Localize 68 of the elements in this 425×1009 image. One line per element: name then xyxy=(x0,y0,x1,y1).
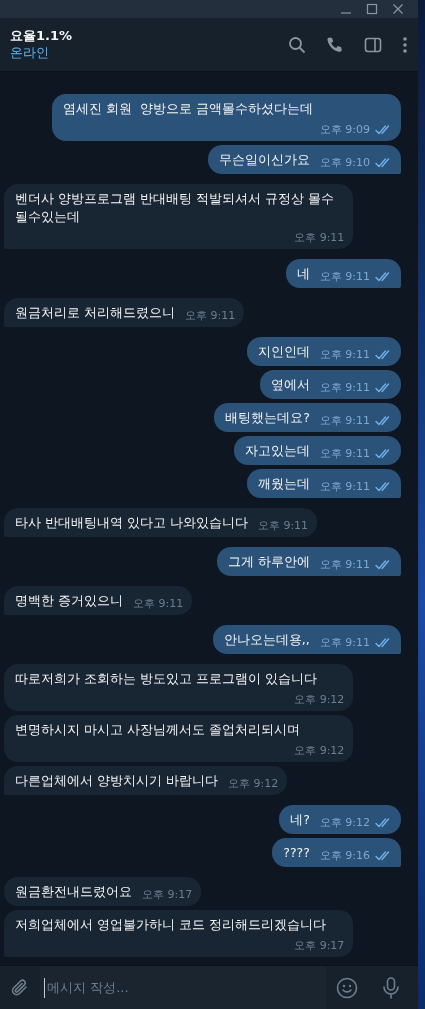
message-time: 오후 9:11 xyxy=(319,557,370,573)
double-check-icon xyxy=(375,125,392,135)
message-time: 오후 9:11 xyxy=(319,446,370,462)
message-text: 깨웠는데 xyxy=(257,475,310,493)
message-field[interactable]: 메시지 작성... xyxy=(40,966,326,1009)
message-text: 따로저희가 조회하는 방도있고 프로그램이 있습니다 xyxy=(15,670,317,688)
message-text: 변명하시지 마시고 사장님께서도 졸업처리되시며 xyxy=(15,721,300,739)
double-check-icon xyxy=(375,482,392,492)
search-button[interactable] xyxy=(288,35,306,54)
message-text: 원금환전내드렸어요 xyxy=(15,883,132,901)
message-time: 오후 9:12 xyxy=(294,692,345,708)
message-text: 다른업체에서 양방치시기 바랍니다 xyxy=(15,772,218,790)
message-time: 오후 9:11 xyxy=(319,380,370,396)
message-text: 네 xyxy=(296,265,310,283)
message-text: ???? xyxy=(283,844,310,862)
message-time: 오후 9:11 xyxy=(185,308,236,324)
message-text: 벤더사 양방프로그램 반대배팅 적발되셔서 규정상 몰수될수있는데 xyxy=(15,190,335,226)
minimize-icon xyxy=(340,12,352,14)
message-input[interactable]: 메시지 작성... xyxy=(44,977,322,998)
microphone-button[interactable] xyxy=(382,976,400,999)
close-button[interactable] xyxy=(392,3,404,15)
attach-button[interactable] xyxy=(10,977,30,998)
message-time: 오후 9:11 xyxy=(294,230,345,246)
online-status: 온라인 xyxy=(10,43,50,62)
double-check-icon xyxy=(375,158,392,168)
message-time: 오후 9:11 xyxy=(319,635,370,651)
message-text: 무슨일이신가요 xyxy=(218,151,310,169)
sidebar-button[interactable] xyxy=(364,35,382,54)
message-time: 오후 9:12 xyxy=(227,776,279,792)
message-time: 오후 9:11 xyxy=(133,596,184,612)
message-text: 명백한 증거있으니 xyxy=(15,592,123,610)
double-check-icon xyxy=(375,272,392,282)
message-text: 자고있는데 xyxy=(244,442,310,460)
message-text: 옆에서 xyxy=(270,376,310,394)
double-check-icon xyxy=(375,818,392,828)
message-text: 원금처리로 처리해드렸으니 xyxy=(15,304,175,322)
message-text: 그게 하루안에 xyxy=(227,553,310,571)
double-check-icon xyxy=(375,560,392,570)
message-text: 배팅했는데요? xyxy=(225,409,310,427)
double-check-icon xyxy=(375,449,392,459)
message-time: 오후 9:11 xyxy=(319,413,370,429)
double-check-icon xyxy=(375,851,392,861)
double-check-icon xyxy=(375,383,392,393)
message-time: 오후 9:11 xyxy=(319,479,370,495)
chat-title: 요율1.1% xyxy=(10,27,74,44)
message-time: 오후 9:11 xyxy=(319,347,370,363)
more-button[interactable] xyxy=(402,35,408,54)
message-text: 저희업체에서 영업불가하니 코드 정리해드리겠습니다 xyxy=(15,916,326,934)
message-time: 오후 9:12 xyxy=(319,815,370,831)
message-time: 오후 9:12 xyxy=(294,743,345,759)
message-text: 타사 반대배팅내역 있다고 나와있습니다 xyxy=(15,514,248,532)
message-time: 오후 9:17 xyxy=(142,887,193,903)
double-check-icon xyxy=(375,638,392,648)
message-time: 오후 9:11 xyxy=(257,518,309,534)
phone-button[interactable] xyxy=(326,35,344,54)
message-text: 염세진 회원 양방으로 금액몰수하셨다는데 xyxy=(62,100,313,118)
message-time: 오후 9:17 xyxy=(294,938,345,954)
message-time: 오후 9:10 xyxy=(319,155,370,171)
double-check-icon xyxy=(375,350,392,360)
emoji-button[interactable] xyxy=(336,976,358,999)
message-text: 지인인데 xyxy=(257,343,310,361)
message-text: 네? xyxy=(290,811,310,829)
message-time: 오후 9:16 xyxy=(319,848,370,864)
message-text: 안나오는데용,, xyxy=(223,631,310,649)
message-time: 오후 9:09 xyxy=(319,122,370,138)
message-time: 오후 9:11 xyxy=(319,269,370,285)
double-check-icon xyxy=(375,416,392,426)
maximize-button[interactable] xyxy=(366,3,378,15)
